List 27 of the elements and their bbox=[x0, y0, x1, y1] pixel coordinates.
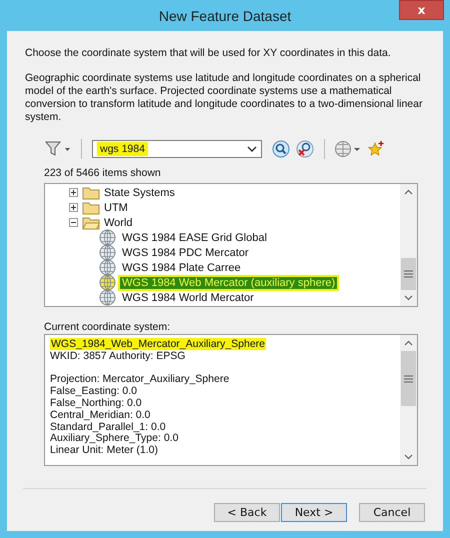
tree-item[interactable]: WGS 1984 World Mercator bbox=[120, 292, 256, 304]
parameter-text: Projection: Mercator_Auxiliary_Sphere bbox=[50, 373, 230, 386]
tree-item[interactable]: WGS 1984 Plate Carree bbox=[120, 262, 243, 274]
tree-item[interactable]: World bbox=[104, 216, 133, 228]
current-system-label: Current coordinate system: bbox=[44, 321, 172, 333]
tree-item[interactable]: WGS 1984 Web Mercator (auxiliary sphere) bbox=[120, 276, 338, 288]
item-count-text: 223 of 5466 items shown bbox=[44, 167, 162, 179]
description-text: Geographic coordinate systems use latitude and longitude coordinates on a spherical model of the earth's surface. Projected coordinate systems use a mathematical conversion to transform latitude and longitude coordinates to a two-dimensional linear system. bbox=[25, 72, 424, 124]
back-button[interactable]: < Back bbox=[214, 503, 280, 522]
search-field[interactable]: wgs 1984 bbox=[92, 140, 262, 158]
parameter-text: Central_Meridian: 0.0 bbox=[50, 408, 150, 421]
cancel-button[interactable]: Cancel bbox=[359, 503, 425, 522]
wkid-text: WKID: 3857 Authority: EPSG bbox=[50, 350, 186, 362]
close-button[interactable]: x bbox=[399, 0, 444, 20]
tree-item[interactable]: WGS 1984 PDC Mercator bbox=[120, 246, 251, 258]
tree-item[interactable]: UTM bbox=[104, 202, 128, 214]
parameter-text: Linear Unit: Meter (1.0) bbox=[50, 444, 158, 456]
next-button[interactable]: Next > bbox=[281, 503, 347, 522]
parameter-text: False_Northing: 0.0 bbox=[50, 396, 142, 409]
system-name-text: WGS_1984_Web_Mercator_Auxiliary_Sphere bbox=[50, 338, 266, 350]
parameter-text: Standard_Parallel_1: 0.0 bbox=[50, 420, 166, 433]
window-title: New Feature Dataset bbox=[158, 8, 292, 24]
parameter-text: False_Easting: 0.0 bbox=[50, 385, 137, 398]
tree-item[interactable]: WGS 1984 EASE Grid Global bbox=[120, 232, 269, 244]
tree-item[interactable]: State Systems bbox=[104, 186, 175, 198]
instruction-text: Choose the coordinate system that will be used for XY coordinates in this data. bbox=[25, 47, 392, 60]
parameter-text: Auxiliary_Sphere_Type: 0.0 bbox=[50, 432, 178, 444]
